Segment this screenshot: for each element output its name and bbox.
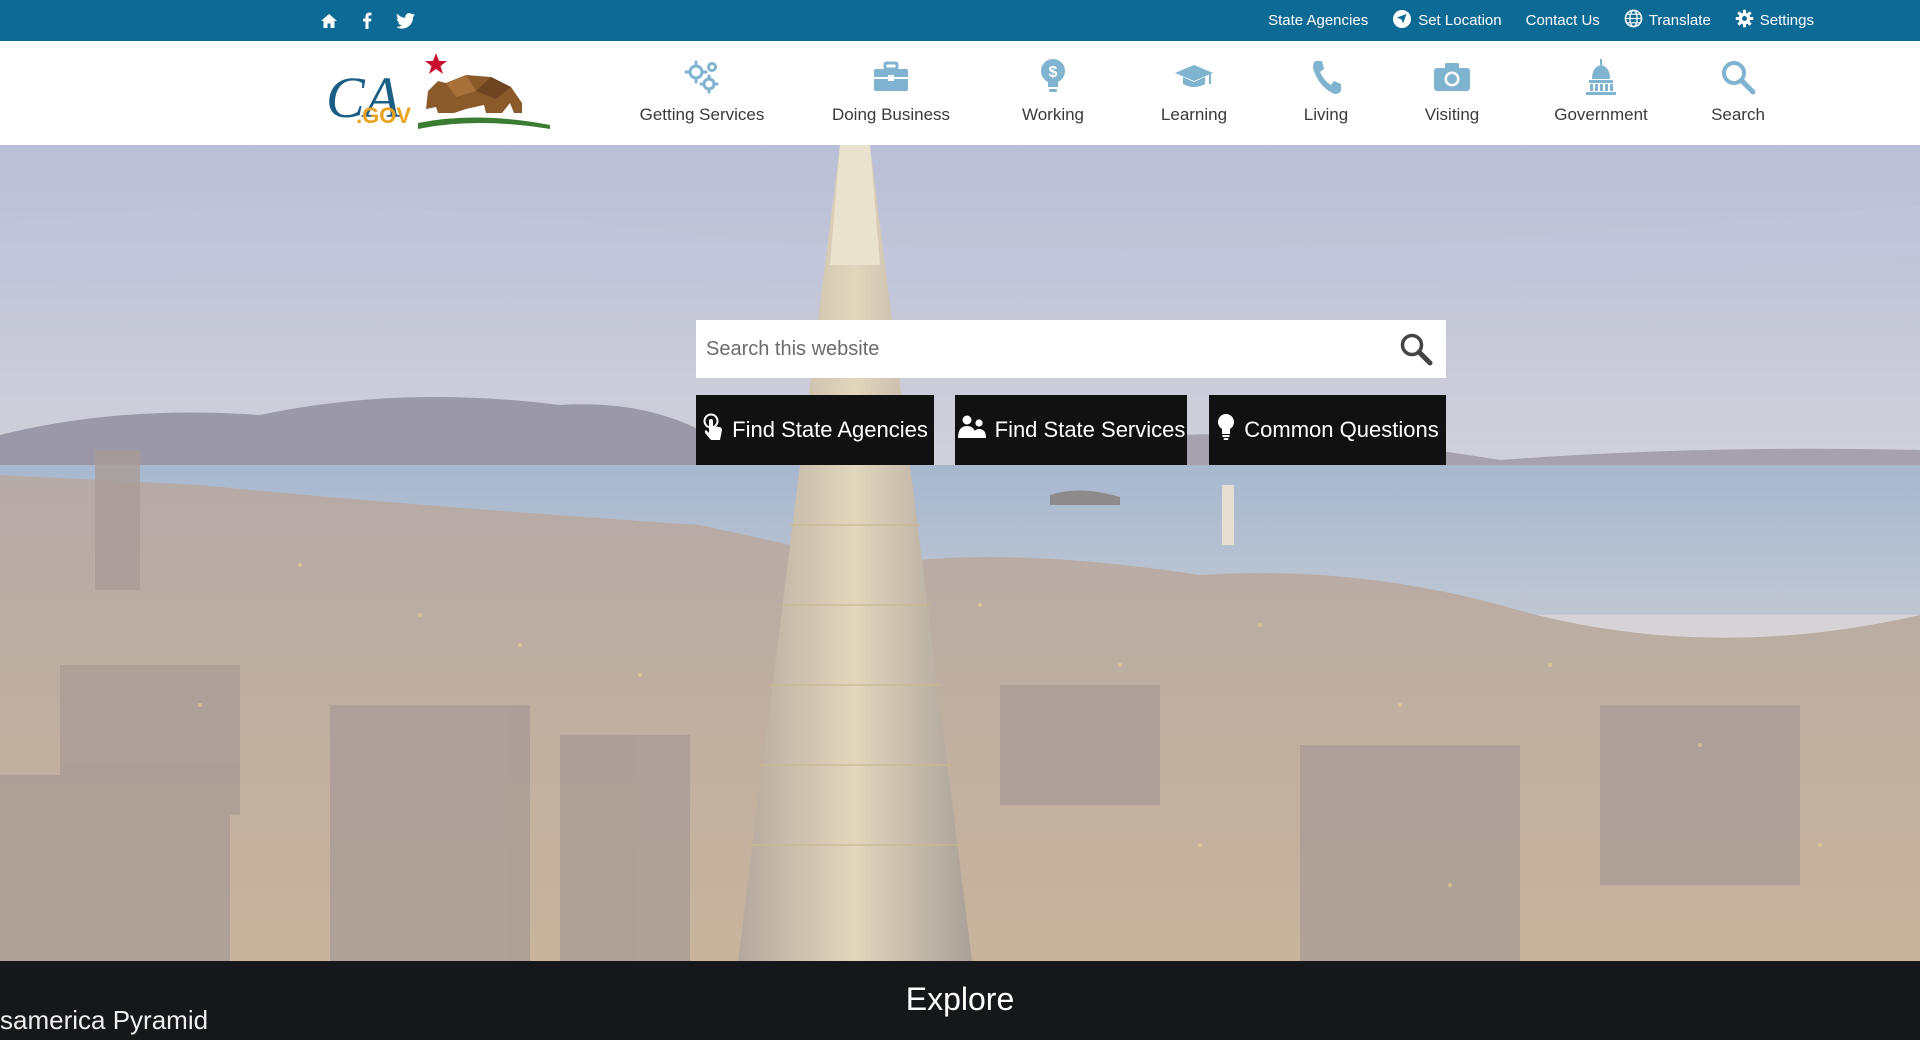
search-icon bbox=[1720, 55, 1756, 99]
translate-link[interactable]: Translate bbox=[1624, 9, 1711, 32]
gears-icon bbox=[682, 55, 722, 99]
nav-item-visiting[interactable]: Visiting bbox=[1372, 41, 1532, 145]
site-header: CA .GOV Getting Services Doing Business … bbox=[0, 41, 1920, 146]
search-submit-button[interactable] bbox=[1386, 320, 1446, 378]
find-state-services-button[interactable]: Find State Services bbox=[955, 395, 1187, 465]
location-icon bbox=[1392, 9, 1412, 33]
briefcase-icon bbox=[872, 55, 910, 99]
ca-gov-logo[interactable]: CA .GOV bbox=[326, 51, 550, 133]
gear-icon bbox=[1735, 9, 1754, 32]
contact-us-link[interactable]: Contact Us bbox=[1526, 12, 1600, 29]
nav-item-search[interactable]: Search bbox=[1670, 41, 1806, 145]
graduation-cap-icon bbox=[1174, 55, 1214, 99]
svg-text:.GOV: .GOV bbox=[356, 103, 411, 128]
button-label: Common Questions bbox=[1244, 417, 1439, 442]
translate-label: Translate bbox=[1648, 12, 1711, 29]
nav-label: Government bbox=[1554, 105, 1648, 124]
settings-link[interactable]: Settings bbox=[1735, 9, 1814, 32]
explore-heading: Explore bbox=[905, 981, 1015, 1017]
main-nav: Getting Services Doing Business $ Workin… bbox=[620, 41, 1806, 145]
search-icon bbox=[1400, 333, 1433, 366]
nav-item-living[interactable]: Living bbox=[1280, 41, 1372, 145]
contact-us-label: Contact Us bbox=[1525, 12, 1600, 29]
nav-label: Learning bbox=[1160, 105, 1228, 124]
set-location-link[interactable]: Set Location bbox=[1392, 9, 1502, 33]
nav-label: Search bbox=[1711, 105, 1765, 124]
explore-strip: samerica Pyramid Explore bbox=[0, 961, 1920, 1040]
set-location-label: Set Location bbox=[1418, 12, 1502, 29]
nav-label: Getting Services bbox=[639, 105, 765, 124]
globe-icon bbox=[1624, 9, 1643, 32]
lightbulb-icon bbox=[1216, 413, 1236, 447]
people-icon bbox=[957, 414, 987, 446]
utility-links: State Agencies Set Location Contact Us T… bbox=[1268, 0, 1814, 41]
home-icon[interactable] bbox=[320, 13, 338, 29]
state-agencies-label: State Agencies bbox=[1268, 12, 1369, 29]
camera-icon bbox=[1432, 55, 1472, 99]
twitter-icon[interactable] bbox=[396, 12, 415, 29]
phone-icon bbox=[1309, 55, 1343, 99]
nav-item-government[interactable]: Government bbox=[1532, 41, 1670, 145]
utility-bar: State Agencies Set Location Contact Us T… bbox=[0, 0, 1920, 41]
facebook-icon[interactable] bbox=[362, 12, 372, 29]
settings-label: Settings bbox=[1759, 12, 1814, 29]
button-label: Find State Services bbox=[994, 417, 1186, 442]
find-state-agencies-button[interactable]: Find State Agencies bbox=[696, 395, 934, 465]
nav-label: Living bbox=[1303, 105, 1349, 124]
hero-banner: Find State Agencies Find State Services … bbox=[0, 145, 1920, 961]
nav-item-doing-business[interactable]: Doing Business bbox=[784, 41, 998, 145]
search-input[interactable] bbox=[696, 321, 1386, 377]
nav-label: Visiting bbox=[1424, 105, 1480, 124]
money-bulb-icon: $ bbox=[1038, 55, 1068, 99]
state-agencies-link[interactable]: State Agencies bbox=[1268, 12, 1368, 29]
common-questions-button[interactable]: Common Questions bbox=[1209, 395, 1446, 465]
svg-text:$: $ bbox=[1049, 64, 1058, 81]
nav-item-learning[interactable]: Learning bbox=[1108, 41, 1280, 145]
hand-pointer-icon bbox=[702, 413, 724, 447]
social-links bbox=[320, 0, 415, 41]
site-search bbox=[696, 320, 1446, 378]
capitol-icon bbox=[1584, 55, 1618, 99]
nav-label: Doing Business bbox=[831, 105, 951, 124]
nav-item-getting-services[interactable]: Getting Services bbox=[620, 41, 784, 145]
nav-item-working[interactable]: $ Working bbox=[998, 41, 1108, 145]
nav-label: Working bbox=[1021, 105, 1085, 124]
button-label: Find State Agencies bbox=[732, 417, 928, 442]
city-skyline-image bbox=[0, 145, 1920, 961]
